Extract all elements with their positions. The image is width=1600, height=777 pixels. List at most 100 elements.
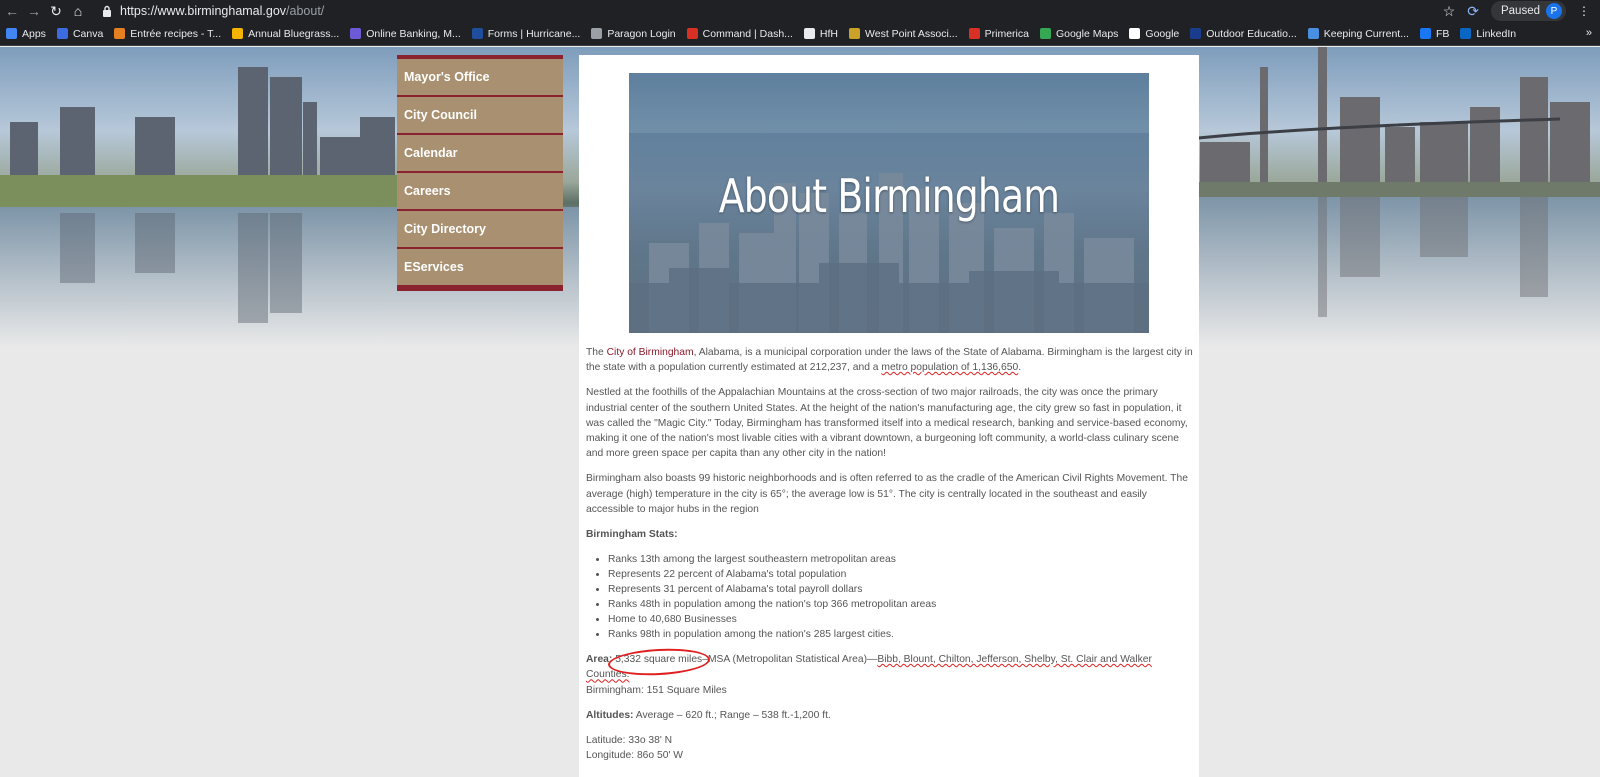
- coordinates: Latitude: 33o 38' N Longitude: 86o 50' W: [586, 733, 1194, 763]
- bookmark-label: Apps: [22, 27, 46, 40]
- bookmark-item[interactable]: West Point Associ...: [849, 28, 958, 40]
- bookmarks-bar: Apps Canva Entrée recipes - T... Annual Blu…: [0, 22, 1600, 46]
- nav-item[interactable]: EServices: [397, 249, 563, 285]
- bookmark-favicon-icon: [849, 28, 861, 39]
- menu-icon[interactable]: ⋮: [1578, 4, 1590, 18]
- about-text: The City of Birmingham, Alabama, is a mu…: [586, 345, 1194, 773]
- longitude: Longitude: 86o 50' W: [586, 750, 683, 762]
- altitudes-label: Altitudes:: [586, 709, 634, 721]
- intro-paragraph: The City of Birmingham, Alabama, is a mu…: [586, 345, 1194, 375]
- bookmark-label: West Point Associ...: [865, 27, 958, 40]
- bookmark-favicon-icon: [686, 28, 698, 39]
- side-navigation: Mayor's Office City Council Calendar Career…: [397, 55, 563, 291]
- bookmark-label: HfH: [819, 27, 839, 40]
- history-paragraph: Nestled at the foothills of the Appalach…: [586, 387, 1188, 460]
- intro-text-end: .: [1018, 362, 1022, 374]
- bookmark-item[interactable]: Keeping Current...: [1307, 28, 1409, 40]
- bookmark-label: Annual Bluegrass...: [248, 27, 340, 40]
- bookmark-item[interactable]: LinkedIn: [1460, 28, 1516, 40]
- bookmark-favicon-icon: [1419, 28, 1431, 39]
- address-bar[interactable]: https://www.birminghamal.gov/about/: [102, 4, 324, 18]
- stats-item: Home to 40,680 Businesses: [608, 612, 1194, 627]
- bookmark-star-icon[interactable]: ☆: [1443, 3, 1456, 20]
- more-bookmarks-icon[interactable]: »: [1586, 27, 1592, 39]
- nav-item[interactable]: Calendar: [397, 135, 563, 171]
- url-host: https://www.birminghamal.gov: [120, 4, 287, 18]
- bookmark-item[interactable]: HfH: [803, 27, 839, 40]
- back-icon[interactable]: ←: [2, 1, 22, 21]
- bookmark-item[interactable]: FB: [1419, 27, 1450, 40]
- bookmark-favicon-icon: [803, 28, 815, 39]
- bookmark-label: Forms | Hurricane...: [487, 27, 581, 40]
- neighborhoods-paragraph: Birmingham also boasts 99 historic neigh…: [586, 473, 1188, 515]
- stats-item: Ranks 98th in population among the natio…: [608, 627, 1194, 642]
- bookmark-favicon-icon: [1129, 28, 1141, 39]
- bookmark-item[interactable]: Primerica: [968, 28, 1029, 40]
- bookmark-item[interactable]: Entrée recipes - T...: [114, 28, 221, 40]
- reload-icon[interactable]: ↻: [46, 1, 66, 21]
- city-of-birmingham-link[interactable]: City of Birmingham: [607, 347, 694, 358]
- browser-toolbar: ← → ↻ ⌂ https://www.birminghamal.gov/abo…: [0, 0, 1600, 22]
- bookmark-favicon-icon: [56, 28, 68, 39]
- bookmark-label: Command | Dash...: [702, 27, 793, 40]
- nav-item[interactable]: City Council: [397, 97, 563, 133]
- bookmark-favicon-icon: [471, 28, 483, 39]
- nav-item[interactable]: Careers: [397, 173, 563, 209]
- bookmark-label: Canva: [72, 27, 104, 40]
- paused-label: Paused: [1500, 5, 1540, 17]
- stats-list: Ranks 13th among the largest southeaster…: [608, 552, 1194, 642]
- metro-population-annotation: metro population of 1,136,650: [881, 362, 1019, 374]
- profile-button[interactable]: Paused P: [1490, 1, 1566, 21]
- bookmark-favicon-icon: [1039, 28, 1051, 39]
- sync-icon[interactable]: ⟳: [1467, 3, 1479, 20]
- city-area: Birmingham: 151 Square Miles: [586, 684, 727, 696]
- home-icon[interactable]: ⌂: [68, 1, 88, 21]
- area-square-miles: 5,332 square miles: [607, 646, 711, 678]
- bookmark-label: LinkedIn: [1476, 27, 1517, 40]
- bookmark-label: Paragon Login: [607, 27, 676, 40]
- bookmark-favicon-icon: [6, 28, 17, 39]
- bookmark-label: Entrée recipes - T...: [130, 27, 222, 40]
- bookmark-favicon-icon: [591, 28, 603, 39]
- bookmark-label: Online Banking, M...: [366, 27, 461, 40]
- altitudes-value: Average – 620 ft.; Range – 538 ft.-1,200…: [633, 709, 831, 721]
- bookmark-item[interactable]: Google: [1129, 28, 1179, 40]
- stats-item: Ranks 48th in population among the natio…: [608, 597, 1194, 612]
- nav-item[interactable]: Mayor's Office: [397, 59, 563, 95]
- bookmark-item[interactable]: Google Maps: [1039, 27, 1119, 40]
- bookmark-item[interactable]: Apps: [6, 28, 46, 40]
- forward-icon[interactable]: →: [24, 1, 44, 21]
- bookmark-favicon-icon: [350, 28, 362, 39]
- page-title: About Birmingham: [718, 169, 1060, 223]
- stats-item: Represents 22 percent of Alabama's total…: [608, 567, 1194, 582]
- intro-text-start: The: [586, 347, 607, 358]
- lock-icon: [103, 5, 111, 17]
- bookmark-favicon-icon: [232, 28, 244, 39]
- about-banner: About Birmingham: [629, 73, 1149, 333]
- latitude: Latitude: 33o 38' N: [586, 735, 673, 747]
- bookmark-label: Google: [1145, 27, 1180, 40]
- bookmark-favicon-icon: [1460, 28, 1472, 39]
- bookmark-item[interactable]: Online Banking, M...: [350, 28, 461, 40]
- url-path: /about/: [286, 4, 325, 18]
- bookmark-favicon-icon: [1307, 28, 1319, 39]
- bookmark-item[interactable]: Canva: [56, 27, 104, 40]
- stats-item: Ranks 13th among the largest southeaster…: [608, 552, 1194, 567]
- bookmark-label: FB: [1435, 27, 1450, 40]
- area-msa-text: –MSA (Metropolitan Statistical Area)—: [702, 654, 878, 666]
- stats-heading-text: Birmingham Stats:: [586, 529, 678, 541]
- nav-item[interactable]: City Directory: [397, 211, 563, 247]
- avatar: P: [1546, 3, 1562, 19]
- bookmark-label: Google Maps: [1055, 27, 1119, 40]
- altitudes-paragraph: Altitudes: Average – 620 ft.; Range – 53…: [586, 708, 1194, 723]
- red-circle-annotation: [607, 646, 711, 678]
- bookmark-item[interactable]: Forms | Hurricane...: [471, 27, 581, 40]
- bookmark-item[interactable]: Command | Dash...: [686, 27, 793, 40]
- bookmark-favicon-icon: [1190, 28, 1202, 39]
- bookmark-item[interactable]: Outdoor Educatio...: [1190, 27, 1297, 40]
- bookmark-label: Outdoor Educatio...: [1206, 27, 1297, 40]
- stats-item: Represents 31 percent of Alabama's total…: [608, 582, 1194, 597]
- area-paragraph: Area: 5,332 square miles–MSA (Metropolit…: [586, 646, 1194, 698]
- bookmark-item[interactable]: Annual Bluegrass...: [232, 28, 339, 40]
- bookmark-item[interactable]: Paragon Login: [591, 27, 676, 40]
